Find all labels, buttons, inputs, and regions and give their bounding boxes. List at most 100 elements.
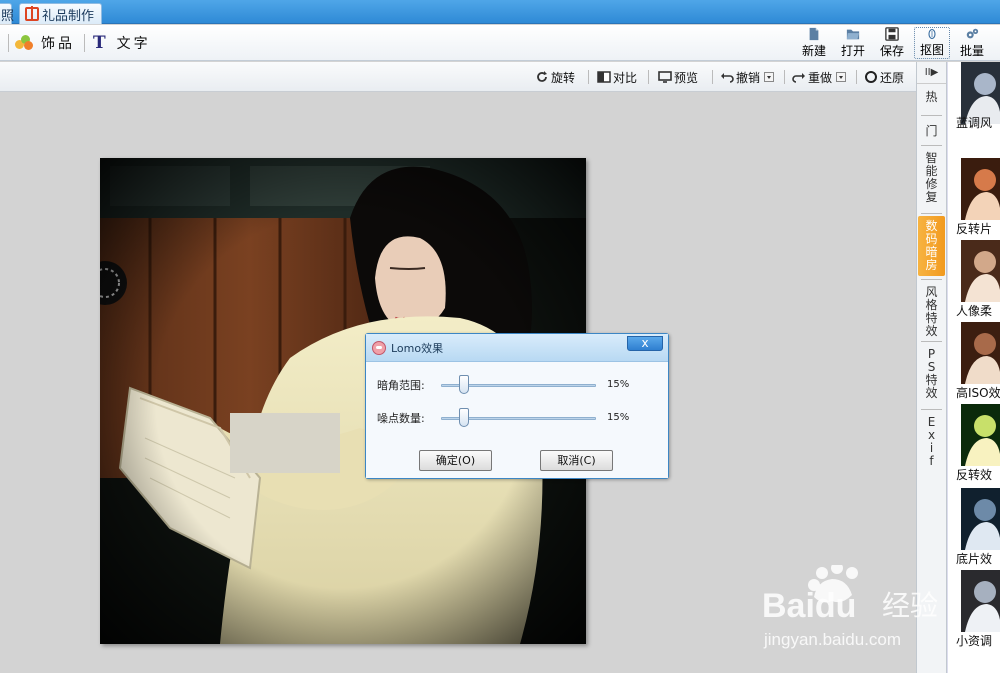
side-tabs: II▶ 热门智能修复数码暗房风格特效PS特效 Exif — [916, 62, 947, 673]
folder-open-icon — [846, 29, 860, 40]
redo-dropdown-icon[interactable] — [836, 72, 847, 82]
redo-icon — [792, 73, 805, 83]
slider-label: 噪点数量: — [377, 412, 425, 425]
effect-thumbnail[interactable] — [961, 570, 1000, 632]
thumbnail-label: 反转片 — [956, 222, 993, 236]
thumbnail-image — [961, 404, 1000, 466]
toolbar-divider — [712, 70, 713, 84]
open-button[interactable]: 打开 — [835, 27, 871, 59]
save-button[interactable]: 保存 — [874, 27, 910, 59]
open-label: 打开 — [840, 44, 865, 58]
restore-icon — [865, 71, 877, 83]
rotate-button[interactable]: 旋转 — [535, 68, 575, 86]
save-disk-icon — [885, 27, 899, 41]
undo-icon — [721, 73, 734, 83]
slider-thumb[interactable] — [459, 375, 469, 394]
undo-label: 撤销 — [736, 70, 761, 85]
main-toolbar: 饰品 T 文字 新建 打开 保存 抠图 批量 — [0, 25, 1000, 61]
cancel-button[interactable]: 取消(C) — [540, 450, 613, 471]
gears-icon — [966, 28, 979, 39]
thumbnail-image — [961, 570, 1000, 632]
thumbnail-label: 小资调 — [956, 634, 993, 648]
side-tab-divider — [921, 145, 942, 146]
side-tab-divider — [921, 115, 942, 116]
cancel-label: 取消(C) — [557, 454, 596, 467]
slider-label: 暗角范围: — [377, 379, 425, 392]
side-tab-divider — [921, 409, 942, 410]
thumbnail-label: 人像柔 — [956, 304, 993, 318]
decor-button[interactable]: 饰品 — [15, 33, 75, 53]
new-file-icon — [809, 27, 819, 41]
ok-button[interactable]: 确定(O) — [419, 450, 492, 471]
compare-button[interactable]: 对比 — [597, 68, 637, 86]
side-tab-4[interactable]: 风格特效 — [918, 282, 945, 342]
effect-thumbnail[interactable] — [961, 404, 1000, 466]
batch-label: 批量 — [959, 44, 984, 58]
side-tab-char: f — [929, 454, 934, 468]
side-tab-divider — [921, 341, 942, 342]
compare-label: 对比 — [613, 70, 638, 85]
preview-label: 预览 — [674, 70, 699, 85]
side-tab-divider — [921, 279, 942, 280]
toolbar-divider — [648, 70, 649, 84]
cutout-button[interactable]: 抠图 — [914, 27, 950, 59]
compare-icon — [597, 71, 611, 83]
effect-thumbnail[interactable] — [961, 158, 1000, 220]
thumbnail-image — [961, 322, 1000, 384]
slider-value: 15% — [607, 412, 630, 423]
effect-thumbnails: 蓝调风 反转片 人像柔 高ISO效 反转效 底片效 小资调 — [947, 62, 1000, 673]
new-button[interactable]: 新建 — [796, 27, 832, 59]
tab-gift-label: 礼品制作 — [42, 8, 95, 24]
slider-value: 15% — [607, 379, 630, 390]
clover-icon — [15, 35, 35, 51]
redo-label: 重做 — [808, 70, 833, 85]
effect-thumbnail[interactable] — [961, 240, 1000, 302]
side-tab-6[interactable]: Exif — [918, 412, 945, 472]
thumbnail-label: 底片效 — [956, 552, 993, 566]
thumbnail-image — [961, 240, 1000, 302]
text-label: 文字 — [116, 36, 151, 52]
side-tab-1[interactable]: 门 — [918, 118, 945, 144]
toolbar-divider — [784, 70, 785, 84]
tab-gift-making[interactable]: 礼品制作 — [19, 3, 102, 24]
rotate-label: 旋转 — [551, 70, 576, 85]
tab-photo-label: 照 — [1, 8, 15, 24]
preview-button[interactable]: 预览 — [658, 68, 698, 86]
side-tab-divider — [921, 213, 942, 214]
collapse-icon: II▶ — [924, 67, 939, 78]
slider-thumb[interactable] — [459, 408, 469, 427]
effect-thumbnail[interactable] — [961, 322, 1000, 384]
side-tab-3[interactable]: 数码暗房 — [918, 216, 945, 276]
side-tab-char: 热 — [925, 89, 938, 104]
thumbnail-label: 高ISO效 — [956, 386, 1000, 400]
dialog-titlebar[interactable]: Lomo效果 x — [366, 334, 668, 362]
side-tab-2[interactable]: 智能修复 — [918, 148, 945, 208]
text-tool-icon: T — [93, 33, 109, 53]
dialog-title: Lomo效果 — [391, 341, 444, 355]
side-tab-0[interactable]: 热 — [918, 88, 945, 106]
redo-button[interactable]: 重做 — [792, 68, 847, 86]
undo-dropdown-icon[interactable] — [764, 72, 775, 82]
app-logo-icon — [372, 340, 386, 355]
side-tab-char: 效 — [925, 386, 938, 400]
collapse-panel-button[interactable]: II▶ — [917, 62, 946, 84]
preview-icon — [658, 71, 672, 83]
toolbar-divider — [84, 34, 85, 52]
text-button[interactable]: T 文字 — [93, 33, 151, 53]
batch-button[interactable]: 批量 — [954, 27, 990, 59]
close-button[interactable]: x — [627, 336, 663, 351]
thumbnail-label: 反转效 — [956, 468, 993, 482]
toolbar-divider — [588, 70, 589, 84]
ok-label: 确定(O) — [435, 454, 476, 467]
side-tab-5[interactable]: PS特效 — [918, 344, 945, 404]
dialog-body: 暗角范围: 15% 噪点数量: 15% 确定(O) 取消(C) — [366, 362, 668, 478]
thumbnail-image — [961, 488, 1000, 550]
edit-toolbar: 旋转 对比 预览 撤销 重做 还原 — [0, 62, 916, 92]
effect-thumbnail[interactable] — [961, 488, 1000, 550]
lomo-dialog: Lomo效果 x 暗角范围: 15% 噪点数量: 15% 确定(O) 取消(C) — [365, 333, 669, 479]
restore-button[interactable]: 还原 — [864, 68, 904, 86]
cutout-label: 抠图 — [919, 43, 944, 57]
undo-button[interactable]: 撤销 — [720, 68, 775, 86]
side-tab-char: 复 — [925, 190, 938, 204]
tab-photo[interactable]: 照 — [0, 3, 15, 24]
